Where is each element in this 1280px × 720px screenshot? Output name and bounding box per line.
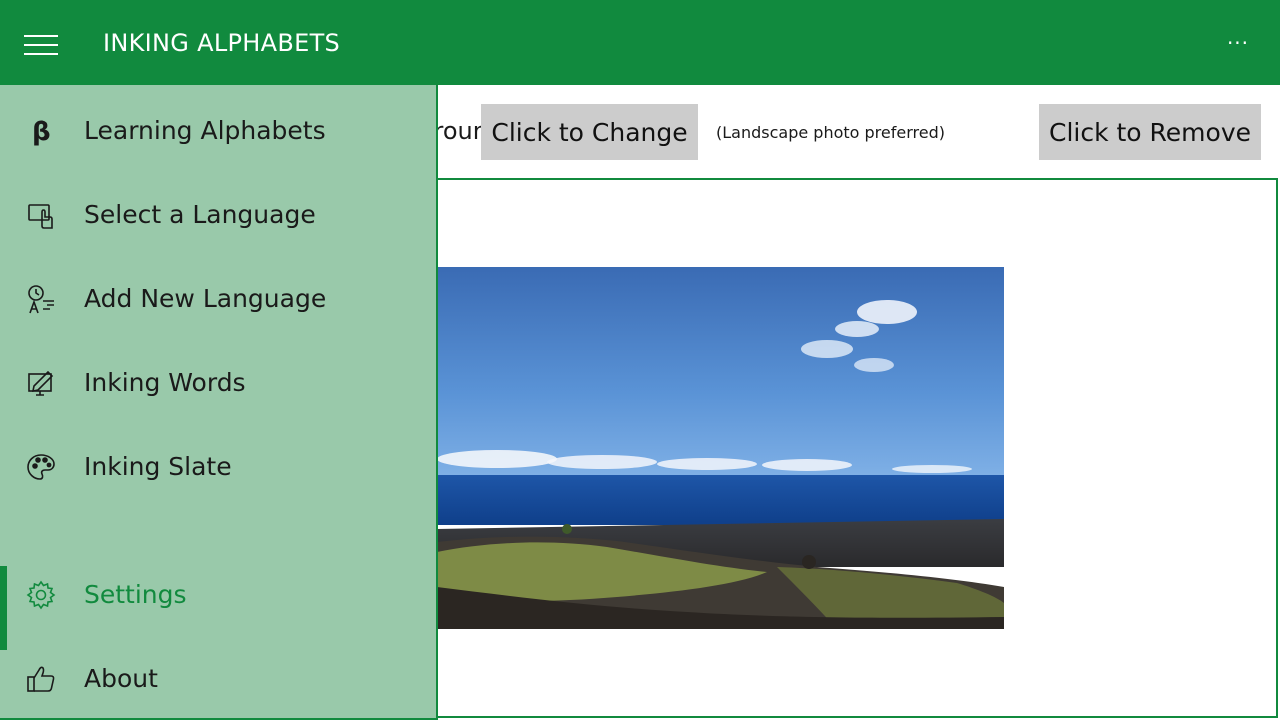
landscape-hint: (Landscape photo preferred) [716,123,945,142]
nav-label: Select a Language [84,200,316,229]
background-photo [437,267,1004,629]
title-bar: INKING ALPHABETS ··· [0,0,1280,85]
palette-icon [26,452,56,482]
thumbs-up-icon [26,664,56,694]
nav-label: Add New Language [84,284,327,313]
nav-label: Inking Slate [84,452,232,481]
add-language-icon [26,284,56,314]
nav-label: About [84,664,158,693]
svg-text:β: β [32,117,51,146]
more-options-button[interactable]: ··· [1218,28,1258,58]
remove-image-button[interactable]: Click to Remove [1039,104,1261,160]
hamburger-menu-button[interactable] [22,33,60,57]
nav-settings[interactable]: Settings [0,552,436,650]
nav-about[interactable]: About [0,636,436,720]
inking-words-icon [26,368,56,398]
nav-inking-slate[interactable]: Inking Slate [0,424,436,508]
app-title: INKING ALPHABETS [103,29,341,57]
change-image-button[interactable]: Click to Change [481,104,698,160]
nav-label: Inking Words [84,368,246,397]
nav-label: Settings [84,580,187,609]
nav-inking-words[interactable]: Inking Words [0,340,436,424]
nav-select-language[interactable]: Select a Language [0,172,436,256]
beta-icon: β [26,116,56,147]
gear-icon [26,580,56,610]
navigation-pane: β Learning Alphabets Select a Language A… [0,85,438,720]
nav-learning-alphabets[interactable]: β Learning Alphabets [0,88,436,172]
nav-label: Learning Alphabets [84,116,326,145]
select-language-icon [26,200,56,230]
nav-add-new-language[interactable]: Add New Language [0,256,436,340]
